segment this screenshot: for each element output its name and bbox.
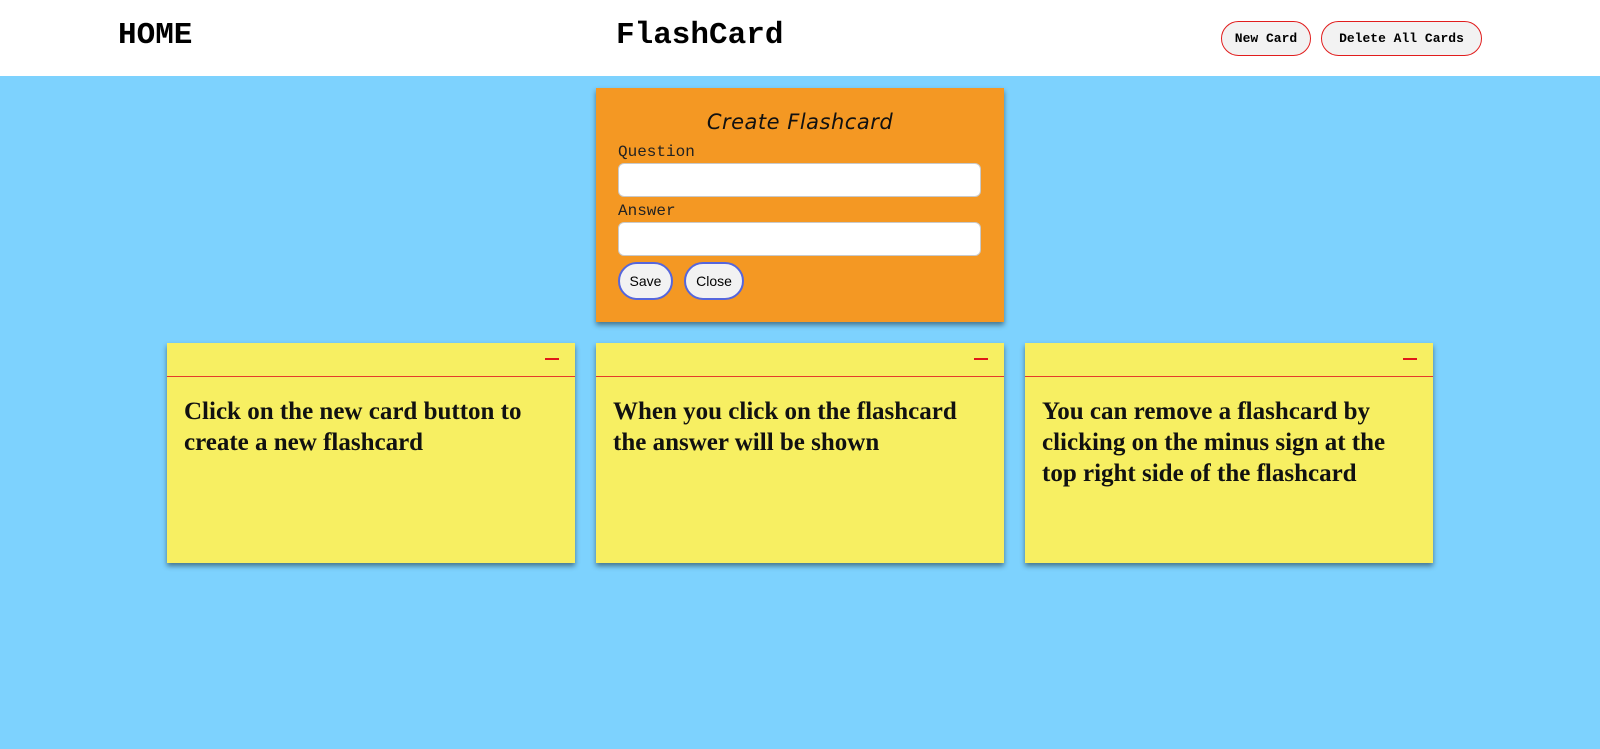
save-button[interactable]: Save bbox=[618, 262, 673, 300]
minus-icon[interactable] bbox=[972, 349, 990, 367]
question-label: Question bbox=[618, 143, 695, 161]
flashcard-text: When you click on the flashcard the answ… bbox=[613, 398, 957, 456]
flashcard-text: Click on the new card button to create a… bbox=[184, 398, 522, 456]
app-title: FlashCard bbox=[616, 18, 784, 53]
answer-input[interactable] bbox=[618, 222, 981, 256]
navbar: HOME FlashCard New Card Delete All Cards bbox=[0, 0, 1600, 76]
flashcard-header bbox=[1025, 343, 1433, 377]
flashcard-header bbox=[596, 343, 1004, 377]
create-flashcard-panel: Create Flashcard Question Answer Save Cl… bbox=[596, 88, 1004, 322]
question-input[interactable] bbox=[618, 163, 981, 197]
flashcard-header bbox=[167, 343, 575, 377]
home-link[interactable]: HOME bbox=[118, 18, 192, 53]
minus-icon[interactable] bbox=[543, 349, 561, 367]
flashcard[interactable]: You can remove a flashcard by clicking o… bbox=[1025, 343, 1433, 563]
new-card-button[interactable]: New Card bbox=[1221, 21, 1311, 56]
close-button[interactable]: Close bbox=[684, 262, 744, 300]
flashcard-text: You can remove a flashcard by clicking o… bbox=[1042, 398, 1386, 487]
flashcard[interactable]: Click on the new card button to create a… bbox=[167, 343, 575, 563]
flashcard[interactable]: When you click on the flashcard the answ… bbox=[596, 343, 1004, 563]
answer-label: Answer bbox=[618, 202, 676, 220]
panel-title: Create Flashcard bbox=[706, 110, 894, 134]
delete-all-cards-button[interactable]: Delete All Cards bbox=[1321, 21, 1482, 56]
minus-icon[interactable] bbox=[1401, 349, 1419, 367]
